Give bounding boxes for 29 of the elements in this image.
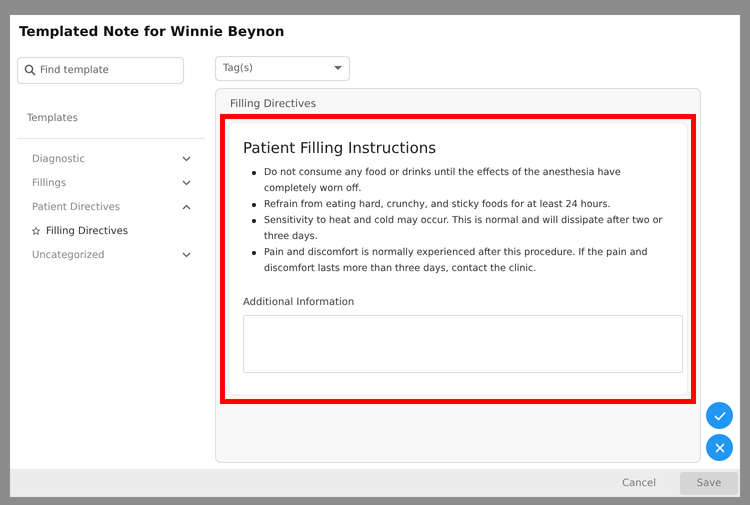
search-icon bbox=[24, 64, 36, 76]
sidebar-item[interactable]: Uncategorized bbox=[17, 243, 205, 267]
bullet-icon bbox=[252, 170, 256, 174]
bullet-icon bbox=[252, 202, 256, 206]
tags-dropdown[interactable]: Tag(s) bbox=[215, 56, 350, 81]
template-item[interactable]: Filling Directives bbox=[46, 224, 128, 238]
tags-placeholder: Tag(s) bbox=[223, 62, 253, 76]
panel-title: Filling Directives bbox=[230, 97, 318, 111]
sidebar-heading: Templates bbox=[27, 112, 79, 126]
check-icon bbox=[714, 410, 726, 420]
caret-icon bbox=[334, 66, 342, 71]
instruction-text: Sensitivity to heat and cold may occur. This is normal and will dissipate after two or three days. bbox=[264, 214, 664, 244]
field-label: Additional Information bbox=[243, 296, 356, 310]
instruction-text: Refrain from eating hard, crunchy, and sticky foods for at least 24 hours. bbox=[264, 198, 610, 212]
card-title: Patient Filling Instructions bbox=[243, 138, 438, 159]
close-icon bbox=[714, 442, 724, 452]
confirm-button[interactable] bbox=[706, 402, 733, 429]
bullet-icon bbox=[252, 250, 256, 254]
sidebar-item[interactable]: Patient Directives bbox=[17, 195, 205, 219]
close-button[interactable] bbox=[706, 434, 733, 461]
instruction-text: Pain and discomfort is normally experienced after this procedure. If the pain and discomfort lasts more than three days, contact the clinic. bbox=[264, 246, 649, 276]
search-field[interactable]: Find template bbox=[17, 57, 184, 84]
sidebar-item[interactable]: Diagnostic bbox=[17, 147, 205, 171]
sidebar-item[interactable]: Fillings bbox=[17, 171, 205, 195]
bullet-icon bbox=[252, 218, 256, 222]
star-icon[interactable] bbox=[32, 227, 40, 235]
additional-info-field[interactable] bbox=[243, 314, 683, 372]
instruction-text: Do not consume any food or drinks until the effects of the anesthesia have completely worn off. bbox=[264, 166, 622, 196]
dialog-title: Templated Note for Winnie Beynon bbox=[19, 23, 286, 42]
